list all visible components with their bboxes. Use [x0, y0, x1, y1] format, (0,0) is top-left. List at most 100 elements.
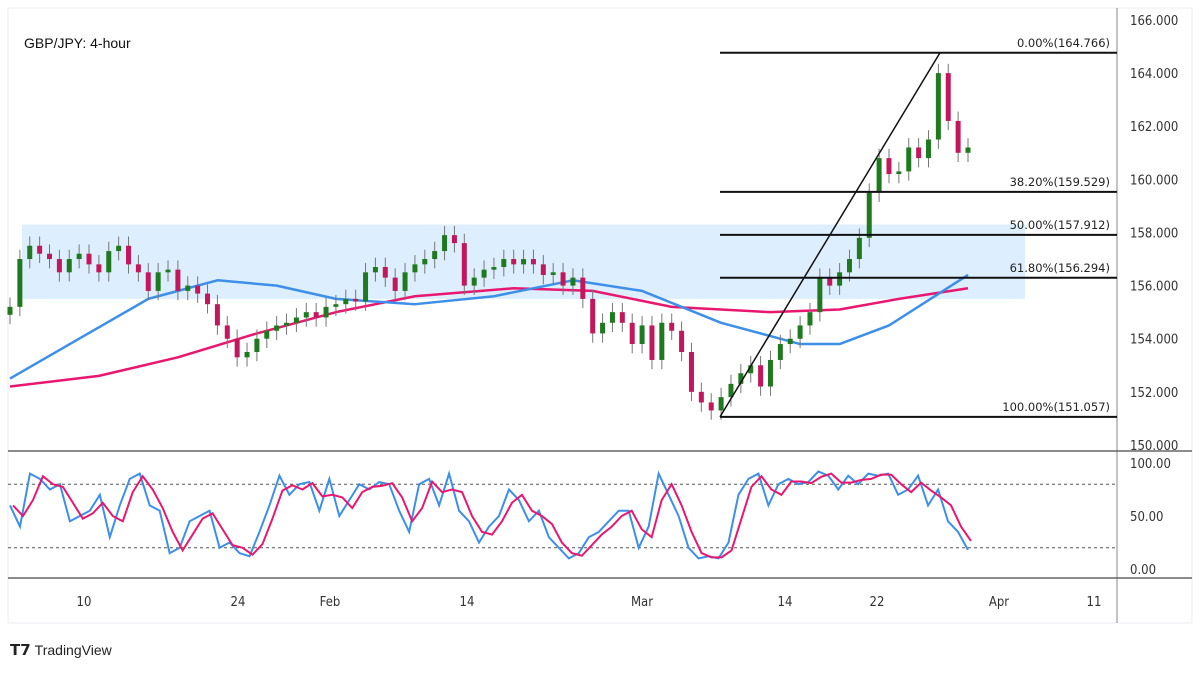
candle	[925, 139, 931, 159]
candle	[540, 264, 546, 275]
candle	[590, 298, 596, 334]
candle	[669, 322, 675, 331]
candle	[333, 304, 339, 307]
candle	[264, 330, 270, 339]
tradingview-logo[interactable]: 𝗧𝟳 TradingView	[10, 641, 112, 659]
candle	[491, 267, 497, 270]
candle	[659, 322, 665, 360]
candle	[945, 73, 951, 121]
candle	[827, 277, 833, 286]
candle	[767, 359, 773, 387]
candle	[432, 251, 438, 260]
candle	[906, 147, 912, 172]
candle	[965, 147, 971, 153]
candle	[313, 312, 319, 318]
candle	[47, 253, 53, 260]
candle	[353, 298, 359, 302]
candle	[372, 267, 378, 273]
candle	[392, 277, 398, 291]
chart-container: 166.000 164.000 162.000 160.000 158.000 156.0…	[0, 0, 1200, 675]
candle	[205, 293, 211, 305]
price-tick-label: 160.000	[1130, 173, 1178, 188]
candle	[530, 259, 536, 265]
candle	[807, 312, 813, 326]
fib-level-label: 61.80%(156.294)	[1010, 261, 1110, 275]
candle	[274, 325, 280, 331]
time-tick-label: Mar	[631, 595, 653, 610]
candle	[777, 344, 783, 360]
candle	[96, 264, 102, 273]
candle	[580, 277, 586, 299]
price-tick-label: 166.000	[1130, 14, 1178, 29]
candle	[846, 259, 852, 273]
candle	[451, 235, 457, 244]
candle	[442, 235, 448, 252]
candle	[600, 322, 606, 334]
candle	[214, 304, 220, 326]
candle	[817, 277, 823, 313]
time-tick-label: 10	[77, 595, 92, 610]
candle	[471, 277, 477, 286]
fib-level-label: 50.00%(157.912)	[1010, 218, 1110, 232]
candle	[649, 325, 655, 360]
candle	[550, 272, 556, 275]
candle	[254, 338, 260, 352]
candle	[195, 285, 201, 294]
candle	[481, 269, 487, 278]
candle	[76, 253, 82, 260]
candle	[619, 312, 625, 323]
stoch-d-line	[12, 472, 972, 559]
chart-svg[interactable]: 166.000 164.000 162.000 160.000 158.000 156.0…	[0, 0, 1200, 675]
price-tick-label: 156.000	[1130, 280, 1178, 295]
price-tick-label: 162.000	[1130, 120, 1178, 135]
time-tick-label: 22	[870, 595, 885, 610]
price-tick-label: 150.000	[1130, 439, 1178, 454]
candle	[570, 277, 576, 286]
fib-level-label: 38.20%(159.529)	[1010, 175, 1110, 189]
candle	[66, 259, 72, 273]
fib-level-label: 100.00%(151.057)	[1002, 400, 1110, 414]
stoch-tick-label: 50.00	[1130, 510, 1163, 525]
candle	[343, 298, 349, 305]
stoch-tick-label: 0.00	[1130, 563, 1156, 578]
price-tick-label: 154.000	[1130, 333, 1178, 348]
candle	[402, 272, 408, 291]
price-tick-label: 152.000	[1130, 386, 1178, 401]
candle	[116, 245, 122, 252]
candle	[126, 245, 132, 265]
candle	[175, 269, 181, 291]
candle	[106, 251, 112, 273]
price-tick-label: 158.000	[1130, 226, 1178, 241]
price-tick-label: 164.000	[1130, 67, 1178, 82]
candle	[955, 120, 961, 153]
candle	[560, 272, 566, 286]
time-tick-label: Apr	[989, 595, 1009, 610]
candle	[155, 272, 161, 291]
candle	[56, 259, 62, 273]
candle	[501, 259, 507, 268]
candle	[7, 306, 13, 315]
candle	[797, 325, 803, 339]
chart-title: GBP/JPY: 4-hour	[24, 35, 131, 51]
candle	[758, 365, 764, 387]
candle	[323, 306, 329, 318]
candle	[224, 325, 230, 339]
candle	[511, 259, 517, 265]
candle	[688, 352, 694, 392]
candle	[896, 171, 902, 175]
candle	[303, 312, 309, 318]
candle	[185, 285, 191, 291]
candle	[145, 272, 151, 291]
candle	[412, 264, 418, 273]
candle	[609, 312, 615, 323]
candle	[135, 264, 141, 273]
stoch-tick-label: 100.00	[1130, 457, 1171, 472]
candle	[234, 338, 240, 358]
candle	[86, 253, 92, 265]
candle	[165, 269, 171, 273]
candle	[866, 192, 872, 238]
candle	[422, 259, 428, 265]
candle	[284, 322, 290, 326]
candle	[27, 245, 33, 260]
tradingview-logo-icon: 𝗧𝟳	[10, 642, 31, 659]
